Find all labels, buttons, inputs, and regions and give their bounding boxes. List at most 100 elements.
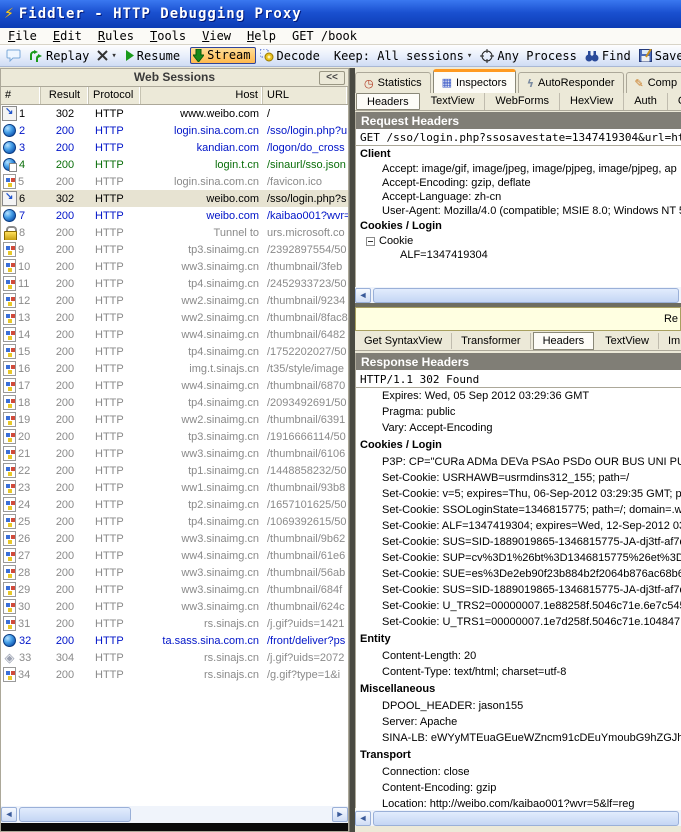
response-horizontal-scrollbar[interactable]: ◄	[355, 810, 681, 826]
response-tab-transformer[interactable]: Transformer	[452, 333, 531, 349]
result-cell: 200	[41, 533, 89, 545]
session-row[interactable]: 8200HTTPTunnel tours.microsoft.co	[1, 224, 348, 241]
session-number-cell: 27	[1, 548, 41, 563]
session-row[interactable]: 9200HTTPtp3.sinaimg.cn/2392897554/50	[1, 241, 348, 258]
session-row[interactable]: 32200HTTPta.sass.sina.com.cn/front/deliv…	[1, 632, 348, 649]
request-tab-auth[interactable]: Auth	[624, 93, 668, 110]
session-number-cell: 34	[1, 667, 41, 682]
session-row[interactable]: 21200HTTPww3.sinaimg.cn/thumbnail/6106	[1, 445, 348, 462]
remove-button[interactable]: ▾	[93, 49, 120, 62]
session-row[interactable]: 25200HTTPtp4.sinaimg.cn/1069392615/50	[1, 513, 348, 530]
sessions-horizontal-scrollbar[interactable]: ◄ ►	[1, 806, 348, 823]
tab-comp[interactable]: ✎Comp	[626, 72, 681, 93]
scroll-left-arrow[interactable]: ◄	[355, 811, 371, 826]
column-header-host[interactable]: Host	[141, 87, 263, 104]
request-tab-textview[interactable]: TextView	[421, 93, 486, 110]
session-row[interactable]: 18200HTTPtp4.sinaimg.cn/2093492691/50	[1, 394, 348, 411]
scrollbar-thumb[interactable]	[373, 811, 679, 826]
session-row[interactable]: 5200HTTPlogin.sina.com.cn/favicon.ico	[1, 173, 348, 190]
session-row[interactable]: 31200HTTPrs.sinajs.cn/j.gif?uids=1421	[1, 615, 348, 632]
session-row[interactable]: 26200HTTPww3.sinaimg.cn/thumbnail/9b62	[1, 530, 348, 547]
session-row[interactable]: 10200HTTPww3.sinaimg.cn/thumbnail/3feb	[1, 258, 348, 275]
cookie-tree-node[interactable]: Cookie	[356, 234, 681, 248]
response-encoding-notification[interactable]: Re	[355, 307, 681, 331]
remove-dropdown-arrow[interactable]: ▾	[111, 51, 116, 61]
menu-item-file[interactable]: File	[0, 29, 45, 43]
session-row[interactable]: 20200HTTPtp3.sinaimg.cn/1916666114/50	[1, 428, 348, 445]
tab-statistics[interactable]: ◷Statistics	[355, 72, 431, 93]
menu-item-get-book[interactable]: GET /book	[284, 29, 365, 43]
menu-item-help[interactable]: Help	[239, 29, 284, 43]
session-row[interactable]: 3200HTTPkandian.com/logon/do_cross	[1, 139, 348, 156]
tab-autoresponder[interactable]: ϟAutoResponder	[518, 72, 624, 93]
session-row[interactable]: 2200HTTPlogin.sina.com.cn/sso/login.php?…	[1, 122, 348, 139]
session-row[interactable]: 14200HTTPww4.sinaimg.cn/thumbnail/6482	[1, 326, 348, 343]
session-number-cell: 22	[1, 463, 41, 478]
keep-sessions-dropdown[interactable]: Keep: All sessions ▾	[330, 48, 476, 64]
session-row[interactable]: 29200HTTPww3.sinaimg.cn/thumbnail/684f	[1, 581, 348, 598]
session-row[interactable]: 19200HTTPww2.sinaimg.cn/thumbnail/6391	[1, 411, 348, 428]
response-tab-textview[interactable]: TextView	[596, 333, 659, 349]
resume-button[interactable]: Resume	[121, 48, 184, 64]
session-row[interactable]: 1302HTTPwww.weibo.com/	[1, 105, 348, 122]
request-tab-hexview[interactable]: HexView	[560, 93, 624, 110]
scrollbar-track[interactable]	[131, 807, 332, 822]
response-tab-im[interactable]: Im	[659, 333, 681, 349]
session-row[interactable]: 27200HTTPww4.sinaimg.cn/thumbnail/61e6	[1, 547, 348, 564]
session-row[interactable]: 11200HTTPtp4.sinaimg.cn/2452933723/50	[1, 275, 348, 292]
protocol-cell: HTTP	[89, 312, 141, 324]
scroll-left-arrow[interactable]: ◄	[1, 807, 17, 822]
url-cell: /	[263, 108, 348, 120]
request-horizontal-scrollbar[interactable]: ◄	[355, 287, 681, 303]
host-cell: ww3.sinaimg.cn	[141, 448, 263, 460]
response-tab-headers[interactable]: Headers	[533, 332, 595, 350]
session-row[interactable]: 23200HTTPww1.sinaimg.cn/thumbnail/93b8	[1, 479, 348, 496]
save-button[interactable]: Save	[635, 48, 681, 64]
find-button[interactable]: Find	[581, 48, 635, 64]
session-row[interactable]: 12200HTTPww2.sinaimg.cn/thumbnail/9234	[1, 292, 348, 309]
session-row[interactable]: 7200HTTPweibo.com/kaibao001?wvr=	[1, 207, 348, 224]
request-tab-c[interactable]: C	[668, 93, 681, 110]
web-sessions-header: Web Sessions <<	[1, 69, 348, 87]
any-process-button[interactable]: Any Process	[476, 48, 580, 64]
request-tab-headers[interactable]: Headers	[356, 93, 420, 110]
window-title: Fiddler - HTTP Debugging Proxy	[19, 6, 302, 22]
session-row[interactable]: 30200HTTPww3.sinaimg.cn/thumbnail/624c	[1, 598, 348, 615]
response-tab-get-syntaxview[interactable]: Get SyntaxView	[355, 333, 452, 349]
session-row[interactable]: 28200HTTPww3.sinaimg.cn/thumbnail/56ab	[1, 564, 348, 581]
column-header-protocol[interactable]: Protocol	[89, 87, 141, 104]
session-row[interactable]: 6302HTTPweibo.com/sso/login.php?s	[1, 190, 348, 207]
scrollbar-thumb[interactable]	[373, 288, 679, 303]
session-row[interactable]: 16200HTTPimg.t.sinajs.cn/t35/style/image	[1, 360, 348, 377]
menu-item-view[interactable]: View	[194, 29, 239, 43]
session-row[interactable]: 22200HTTPtp1.sinaimg.cn/1448858232/50	[1, 462, 348, 479]
menu-item-edit[interactable]: Edit	[45, 29, 90, 43]
column-header-url[interactable]: URL	[263, 87, 348, 104]
decode-toggle-button[interactable]: Decode	[256, 48, 324, 64]
scroll-right-arrow[interactable]: ►	[332, 807, 348, 822]
session-row[interactable]: 15200HTTPtp4.sinaimg.cn/1752202027/50	[1, 343, 348, 360]
request-tab-webforms[interactable]: WebForms	[485, 93, 560, 110]
scrollbar-thumb[interactable]	[19, 807, 131, 822]
menu-item-rules[interactable]: Rules	[90, 29, 142, 43]
replay-button[interactable]: Replay	[25, 48, 93, 64]
session-row[interactable]: 13200HTTPww2.sinaimg.cn/thumbnail/8fac8	[1, 309, 348, 326]
stream-toggle-button[interactable]: Stream	[190, 47, 255, 64]
tab-inspectors[interactable]: ▦Inspectors	[433, 69, 516, 93]
column-header-result[interactable]: Result	[41, 87, 89, 104]
session-row[interactable]: 4200HTTPlogin.t.cn/sinaurl/sso.json	[1, 156, 348, 173]
session-row[interactable]: 24200HTTPtp2.sinaimg.cn/1657101625/50	[1, 496, 348, 513]
session-columns-header[interactable]: #ResultProtocolHostURL	[1, 87, 348, 105]
scroll-left-arrow[interactable]: ◄	[355, 288, 371, 303]
collapse-panel-button[interactable]: <<	[319, 71, 345, 85]
session-row[interactable]: 34200HTTPrs.sinajs.cn/g.gif?type=1&i	[1, 666, 348, 683]
column-header-num[interactable]: #	[1, 87, 41, 104]
collapse-minus-icon[interactable]	[366, 237, 375, 246]
session-row[interactable]: 17200HTTPww4.sinaimg.cn/thumbnail/6870	[1, 377, 348, 394]
session-row[interactable]: ◈33304HTTPrs.sinajs.cn/j.gif?uids=2072	[1, 649, 348, 666]
menu-item-tools[interactable]: Tools	[142, 29, 194, 43]
url-cell: /favicon.ico	[263, 176, 348, 188]
host-cell: login.sina.com.cn	[141, 125, 263, 137]
comment-button[interactable]	[2, 48, 25, 63]
host-cell: tp3.sinaimg.cn	[141, 431, 263, 443]
